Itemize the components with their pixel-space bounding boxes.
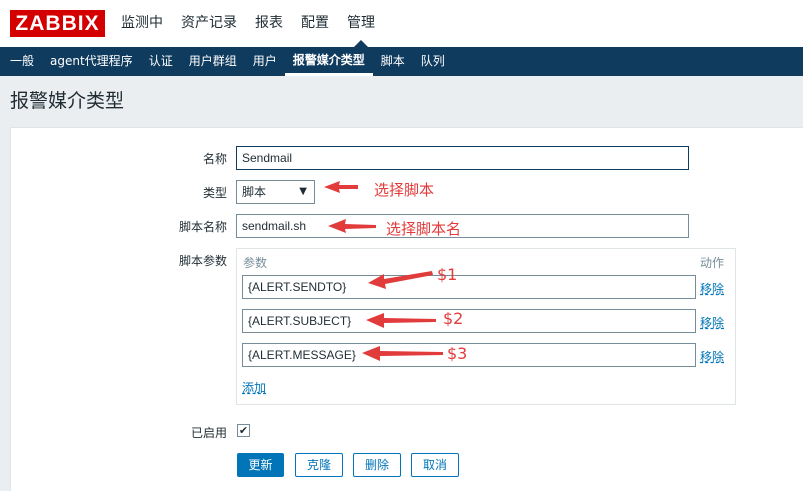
- enabled-label: 已启用: [190, 426, 227, 440]
- sub-nav-authentication[interactable]: 认证: [141, 47, 181, 76]
- annotation-param-3: $3: [447, 344, 468, 363]
- update-button[interactable]: 更新: [237, 453, 284, 477]
- remove-param-2-link[interactable]: 移除: [700, 314, 724, 331]
- name-input[interactable]: Sendmail: [236, 146, 689, 170]
- param-input-3[interactable]: {ALERT.MESSAGE}: [242, 343, 696, 367]
- main-nav-administration[interactable]: 管理: [338, 0, 384, 47]
- type-label: 类型: [202, 186, 227, 200]
- sub-nav-users[interactable]: 用户: [245, 47, 285, 76]
- remove-param-1-link[interactable]: 移除: [700, 280, 724, 297]
- param-input-2[interactable]: {ALERT.SUBJECT}: [242, 309, 696, 333]
- param-input-1[interactable]: {ALERT.SENDTO}: [242, 275, 696, 299]
- main-nav-monitoring[interactable]: 监测中: [112, 0, 172, 47]
- sub-nav-user-groups[interactable]: 用户群组: [181, 47, 245, 76]
- params-column-header: 参数: [243, 256, 268, 270]
- script-params-table: 参数 动作 {ALERT.SENDTO} 移除 {ALERT.SUBJECT} …: [236, 248, 736, 405]
- add-param-link[interactable]: 添加: [242, 379, 266, 396]
- script-name-input[interactable]: sendmail.sh: [236, 214, 689, 238]
- sub-nav-proxies[interactable]: agent代理程序: [42, 47, 141, 76]
- sub-nav-scripts[interactable]: 脚本: [373, 47, 413, 76]
- sub-nav-media-types[interactable]: 报警媒介类型: [284, 47, 373, 76]
- annotation-choose-script-name: 选择脚本名: [386, 220, 462, 238]
- main-nav-inventory[interactable]: 资产记录: [172, 0, 246, 47]
- annotation-choose-script: 选择脚本: [374, 181, 435, 199]
- zabbix-logo[interactable]: ZABBIX: [10, 10, 105, 37]
- actions-column-header: 动作: [700, 256, 725, 270]
- sub-nav: 一般 agent代理程序 认证 用户群组 用户 报警媒介类型 脚本 队列: [0, 47, 803, 76]
- remove-param-3-link[interactable]: 移除: [700, 348, 724, 365]
- chevron-down-icon: ▼: [299, 186, 307, 197]
- type-select[interactable]: 脚本 ▼: [236, 180, 315, 204]
- top-header: ZABBIX 监测中 资产记录 报表 配置 管理: [0, 0, 803, 47]
- type-select-value: 脚本: [242, 185, 267, 199]
- sub-nav-general[interactable]: 一般: [2, 47, 42, 76]
- annotation-param-1: $1: [437, 265, 458, 284]
- annotation-param-2: $2: [443, 309, 464, 328]
- script-params-label: 脚本参数: [178, 254, 227, 268]
- name-label: 名称: [202, 152, 227, 166]
- clone-button[interactable]: 克隆: [295, 453, 343, 477]
- page-title: 报警媒介类型: [10, 90, 125, 112]
- cancel-button[interactable]: 取消: [411, 453, 459, 477]
- delete-button[interactable]: 删除: [353, 453, 401, 477]
- sub-nav-queue[interactable]: 队列: [413, 47, 453, 76]
- script-name-label: 脚本名称: [178, 220, 227, 234]
- main-nav-configuration[interactable]: 配置: [292, 0, 338, 47]
- enabled-checkbox[interactable]: ✔: [237, 424, 250, 437]
- main-nav-reports[interactable]: 报表: [246, 0, 292, 47]
- main-nav: 监测中 资产记录 报表 配置 管理: [112, 0, 384, 47]
